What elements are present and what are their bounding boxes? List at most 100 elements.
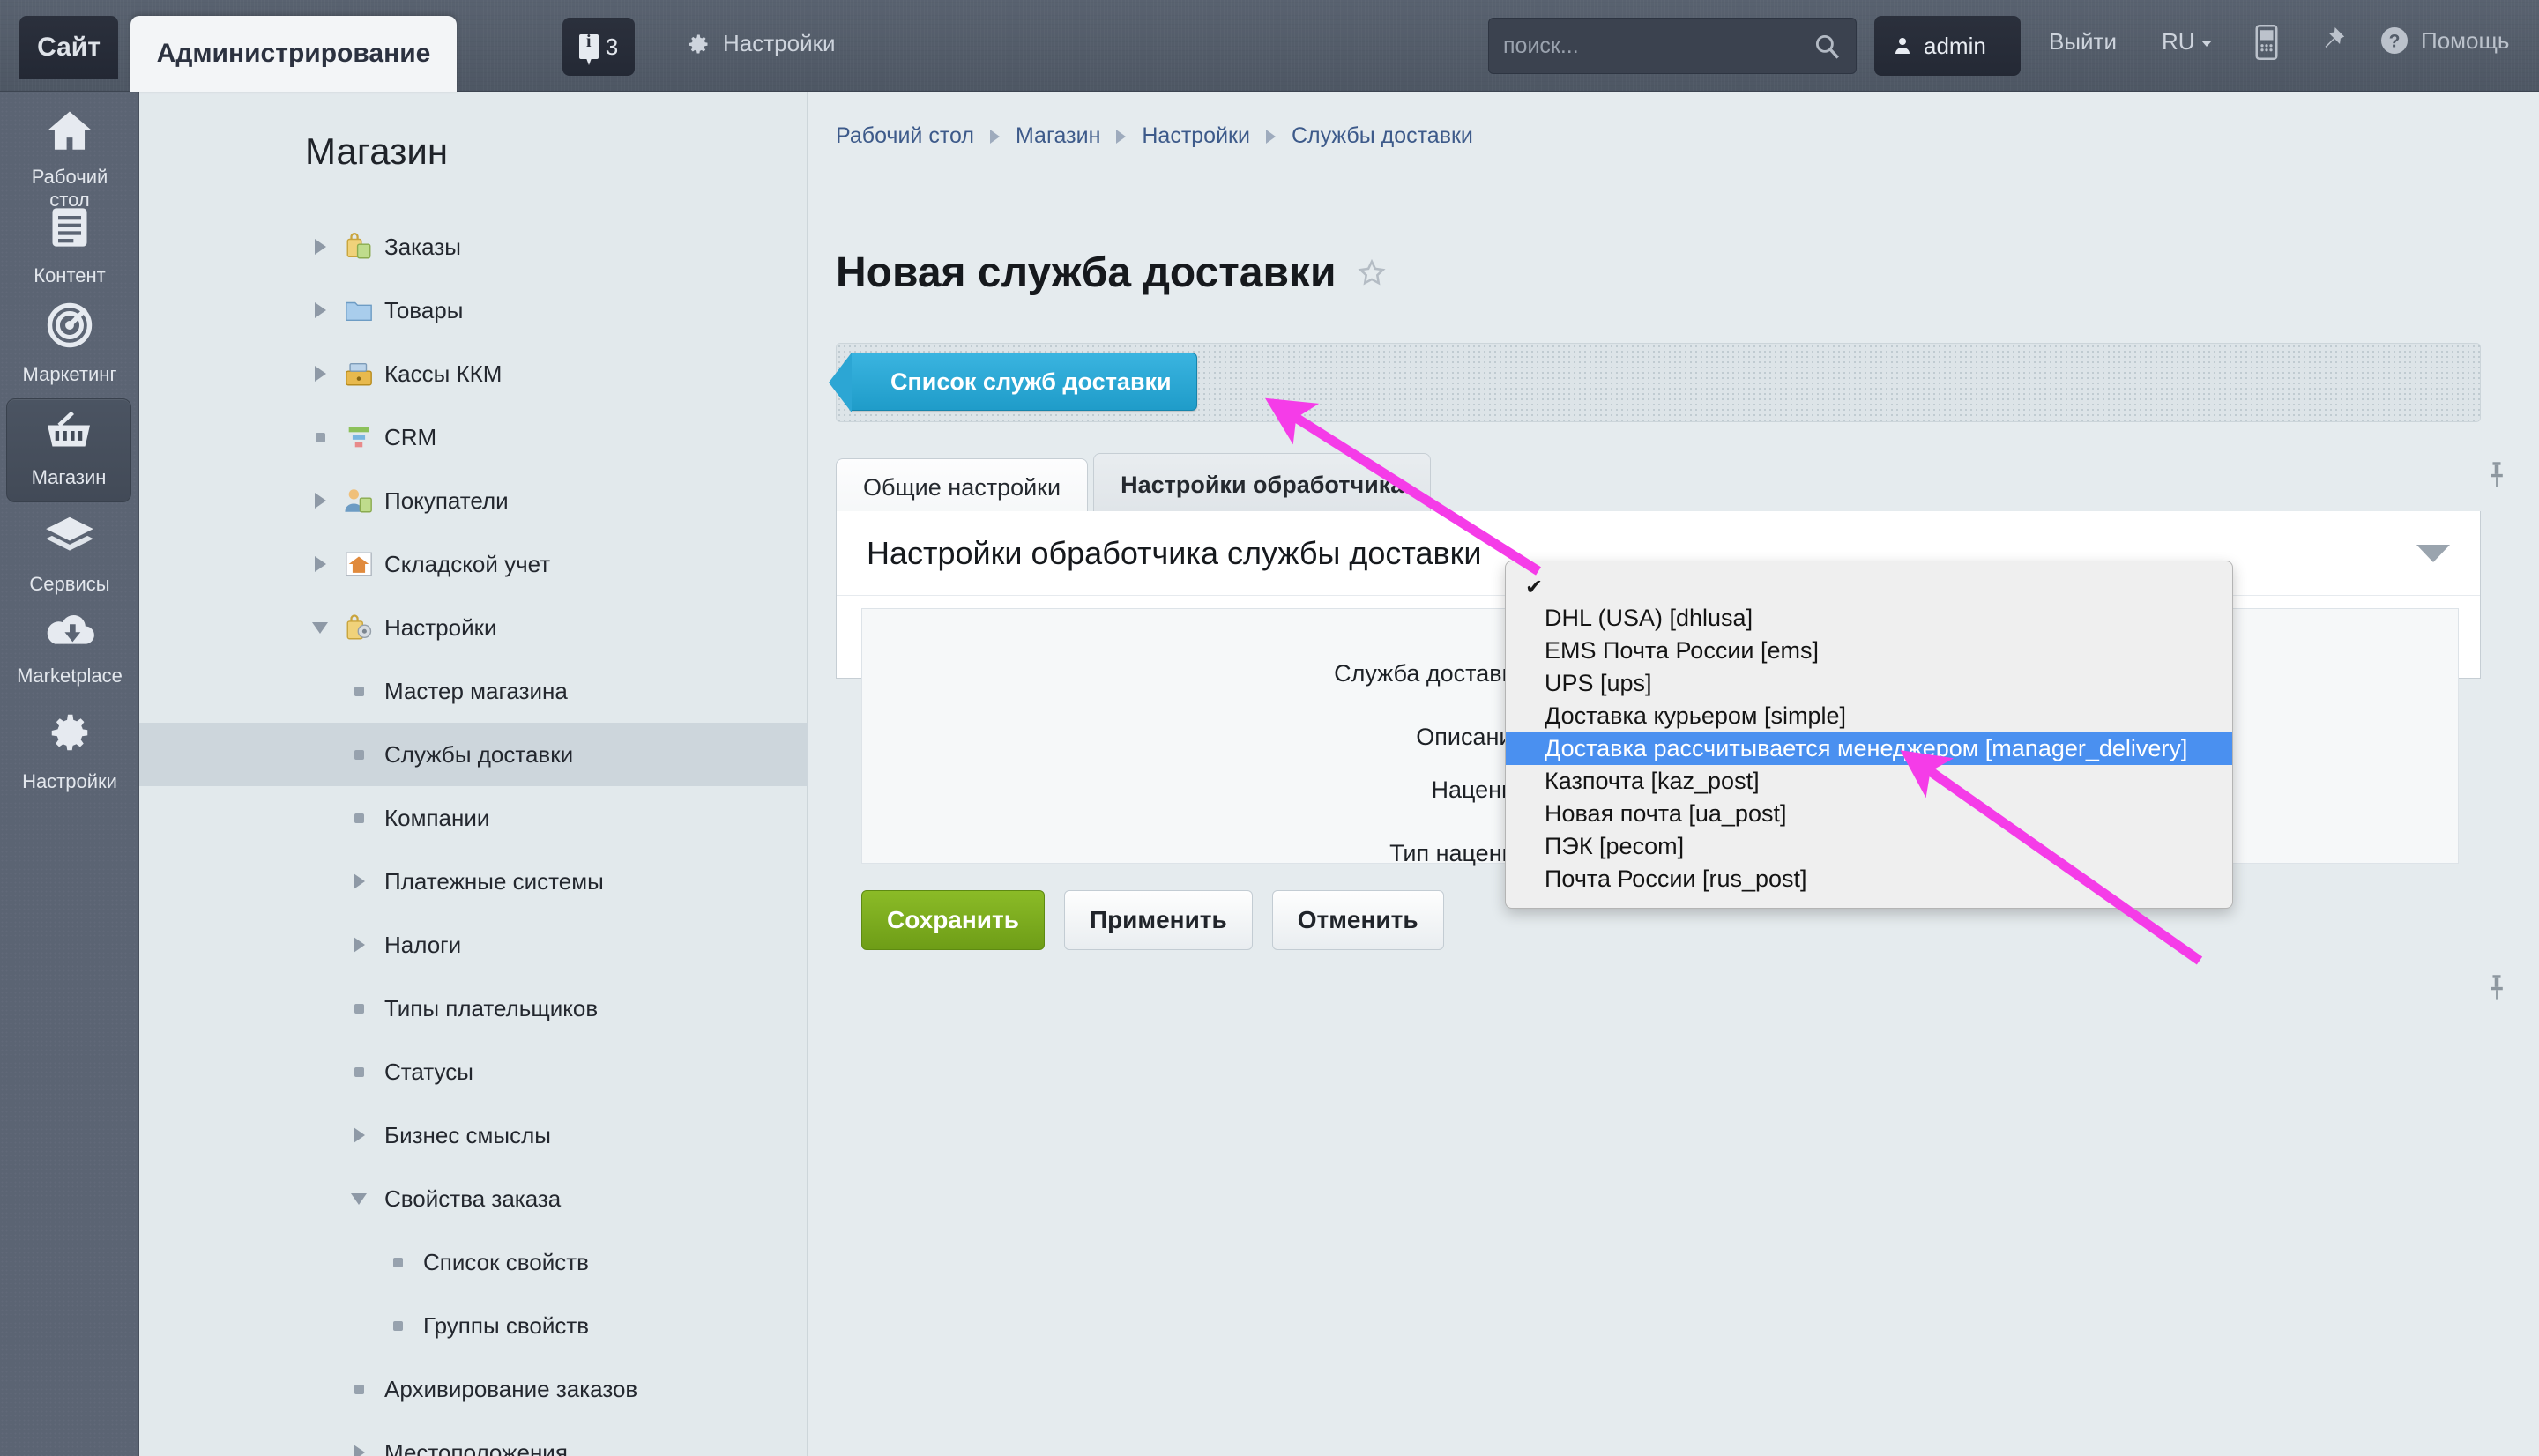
dropdown-option-2[interactable]: UPS [ups] xyxy=(1506,667,2232,700)
basket-icon xyxy=(43,410,94,457)
star-outline-icon[interactable] xyxy=(1356,257,1388,289)
chevron-right-icon[interactable] xyxy=(347,1441,370,1456)
rail-item-cloud-download[interactable]: Marketplace xyxy=(7,610,132,687)
mobile-device-button[interactable] xyxy=(2253,25,2280,64)
breadcrumb-item-3[interactable]: Службы доставки xyxy=(1292,123,1473,149)
menu-item-label: Группы свойств xyxy=(423,1311,590,1339)
logout-link[interactable]: Выйти xyxy=(2049,28,2117,56)
dropdown-option-3[interactable]: Доставка курьером [simple] xyxy=(1506,700,2232,732)
dropdown-option-label: Доставка рассчитывается менеджером [mana… xyxy=(1545,735,2188,761)
chevron-down-icon[interactable] xyxy=(309,616,331,639)
menu-item-label: Складской учет xyxy=(384,550,551,577)
target-icon xyxy=(46,301,93,354)
menu-item-13[interactable]: Статусы xyxy=(139,1040,808,1103)
menu-item-9[interactable]: Компании xyxy=(139,786,808,850)
menu-item-5[interactable]: Складской учет xyxy=(139,532,808,596)
bullet-icon xyxy=(347,1378,370,1400)
tab-general-settings[interactable]: Общие настройки xyxy=(836,458,1089,516)
help-link[interactable]: ? Помощь xyxy=(2379,25,2509,56)
rail-item-document[interactable]: Контент xyxy=(7,204,132,287)
menu-item-10[interactable]: Платежные системы xyxy=(139,850,808,913)
tab-administration[interactable]: Администрирование xyxy=(130,16,457,92)
bullet-icon xyxy=(347,997,370,1020)
rail-item-target[interactable]: Маркетинг xyxy=(7,301,132,386)
menu-item-1[interactable]: Товары xyxy=(139,279,808,342)
bullet-icon xyxy=(347,680,370,702)
chevron-right-icon[interactable] xyxy=(347,870,370,893)
dropdown-option-5[interactable]: Казпочта [kaz_post] xyxy=(1506,765,2232,798)
chevron-right-icon[interactable] xyxy=(347,933,370,956)
field-label: Наценка: xyxy=(1431,776,1532,803)
breadcrumb-item-0[interactable]: Рабочий стол xyxy=(836,123,974,149)
search-box[interactable] xyxy=(1488,18,1857,74)
tabstrip-pin-button[interactable] xyxy=(2484,460,2509,494)
menu-item-17[interactable]: Группы свойств xyxy=(139,1294,808,1357)
search-input[interactable] xyxy=(1489,33,1812,59)
rail-item-layers[interactable]: Сервисы xyxy=(7,515,132,596)
header-pin-button[interactable] xyxy=(2317,25,2347,64)
document-icon xyxy=(47,204,93,256)
card-pin-button[interactable] xyxy=(2484,973,2509,1007)
user-label: admin xyxy=(1924,32,1986,59)
menu-item-18[interactable]: Архивирование заказов xyxy=(139,1357,808,1421)
button-label: Отменить xyxy=(1297,906,1418,933)
menu-item-7[interactable]: Мастер магазина xyxy=(139,659,808,723)
pin-icon xyxy=(2491,975,2503,1000)
menu-item-19[interactable]: Местоположения xyxy=(139,1421,808,1456)
dropdown-option-label: Казпочта [kaz_post] xyxy=(1545,768,1760,794)
chevron-right-icon[interactable] xyxy=(309,553,331,576)
dropdown-option-8[interactable]: Почта России [rus_post] xyxy=(1506,863,2232,895)
user-menu-button[interactable]: admin xyxy=(1874,16,2021,76)
language-selector[interactable]: RU xyxy=(2162,28,2212,56)
dropdown-option-4[interactable]: Доставка рассчитывается менеджером [mana… xyxy=(1506,732,2232,765)
menu-item-3[interactable]: CRM xyxy=(139,405,808,469)
pin-icon xyxy=(2325,27,2345,48)
tab-handler-settings[interactable]: Настройки обработчика xyxy=(1093,453,1432,516)
menu-title: Магазин xyxy=(305,130,449,172)
menu-item-11[interactable]: Налоги xyxy=(139,913,808,977)
menu-item-2[interactable]: Кассы ККМ xyxy=(139,342,808,405)
dropdown-option-label: ПЭК [pecom] xyxy=(1545,833,1685,859)
menu-item-8[interactable]: Службы доставки xyxy=(139,723,808,786)
breadcrumb-item-1[interactable]: Магазин xyxy=(1016,123,1100,149)
chevron-right-icon[interactable] xyxy=(347,1124,370,1147)
rail-item-home[interactable]: Рабочий стол xyxy=(7,108,132,212)
menu-item-label: Архивирование заказов xyxy=(384,1375,638,1402)
chevron-right-icon[interactable] xyxy=(309,299,331,322)
breadcrumb-separator-icon xyxy=(989,129,1000,144)
dropdown-option-7[interactable]: ПЭК [pecom] xyxy=(1506,830,2232,863)
field-label: Описание: xyxy=(1416,724,1532,750)
search-icon[interactable] xyxy=(1812,31,1842,61)
tab-site[interactable]: Сайт xyxy=(19,16,118,79)
cancel-button[interactable]: Отменить xyxy=(1271,890,1444,950)
delivery-service-dropdown[interactable]: ✔ DHL (USA) [dhlusa] EMS Почта России [em… xyxy=(1505,561,2233,909)
chevron-right-icon[interactable] xyxy=(309,362,331,385)
menu-item-12[interactable]: Типы плательщиков xyxy=(139,977,808,1040)
chevron-right-icon[interactable] xyxy=(309,489,331,512)
delivery-services-list-button[interactable]: Список служб доставки xyxy=(829,353,1197,412)
menu-item-16[interactable]: Список свойств xyxy=(139,1230,808,1294)
chevron-down-icon[interactable] xyxy=(2416,545,2450,562)
tab-label: Общие настройки xyxy=(863,474,1061,501)
menu-item-0[interactable]: Заказы xyxy=(139,215,808,279)
chevron-right-icon[interactable] xyxy=(309,235,331,258)
funnel-icon xyxy=(344,422,374,452)
rail-item-basket[interactable]: Магазин xyxy=(6,398,131,502)
chevron-down-icon[interactable] xyxy=(347,1187,370,1210)
header-settings-link[interactable]: Настройки xyxy=(686,30,836,57)
dropdown-option-0[interactable]: DHL (USA) [dhlusa] xyxy=(1506,602,2232,635)
notifications-button[interactable]: 3 xyxy=(562,18,635,76)
menu-item-14[interactable]: Бизнес смыслы xyxy=(139,1103,808,1167)
apply-button[interactable]: Применить xyxy=(1063,890,1253,950)
menu-item-6[interactable]: Настройки xyxy=(139,596,808,659)
menu-item-label: Налоги xyxy=(384,931,462,958)
menu-item-4[interactable]: Покупатели xyxy=(139,469,808,532)
dropdown-option-label: UPS [ups] xyxy=(1545,670,1652,696)
breadcrumb-item-2[interactable]: Настройки xyxy=(1142,123,1250,149)
dropdown-option-1[interactable]: EMS Почта России [ems] xyxy=(1506,635,2232,667)
rail-item-gear[interactable]: Настройки xyxy=(7,709,132,793)
dropdown-option-6[interactable]: Новая почта [ua_post] xyxy=(1506,798,2232,830)
save-button[interactable]: Сохранить xyxy=(861,890,1045,950)
notifications-count: 3 xyxy=(605,33,619,60)
menu-item-15[interactable]: Свойства заказа xyxy=(139,1167,808,1230)
